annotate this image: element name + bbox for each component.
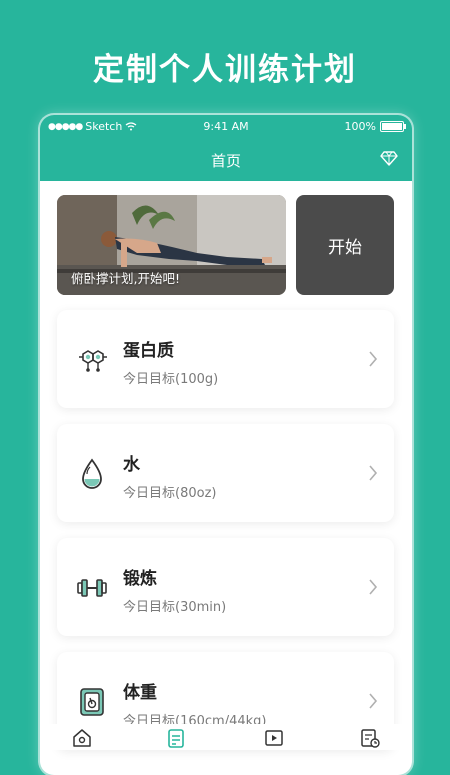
status-bar: ●●●●● Sketch 9:41 AM 100% — [40, 115, 412, 137]
page-title: 首页 — [210, 152, 241, 170]
card-title: 体重 — [123, 683, 157, 703]
chevron-right-icon — [369, 465, 378, 481]
banner-caption: 俯卧撑计划,开始吧! — [71, 271, 180, 286]
nav-bar: 首页 — [40, 137, 412, 181]
chevron-right-icon — [369, 693, 378, 709]
phone-screen: ●●●●● Sketch 9:41 AM 100% 首页 俯卧撑计划,开始吧! … — [40, 115, 412, 775]
molecule-icon — [79, 350, 107, 372]
plan-banner[interactable]: 俯卧撑计划,开始吧! — [57, 195, 286, 295]
goal-card-exercise[interactable]: 锻炼 今日目标(30min) — [57, 538, 394, 636]
start-button[interactable]: 开始 — [296, 195, 394, 295]
card-subtitle: 今日目标(30min) — [123, 600, 227, 615]
battery-label: 100% — [344, 120, 376, 133]
water-drop-icon — [82, 458, 102, 489]
goal-card-water[interactable]: 水 今日目标(80oz) — [57, 424, 394, 522]
video-icon[interactable] — [264, 728, 284, 748]
scale-icon — [80, 688, 104, 716]
card-title: 蛋白质 — [123, 341, 174, 361]
checklist-icon[interactable] — [166, 728, 186, 748]
card-title: 水 — [123, 455, 140, 475]
history-icon[interactable] — [360, 728, 380, 748]
headline: 定制个人训练计划 — [93, 52, 357, 88]
card-subtitle: 今日目标(100g) — [123, 372, 219, 387]
diamond-icon[interactable] — [380, 149, 398, 167]
goal-card-protein[interactable]: 蛋白质 今日目标(100g) — [57, 310, 394, 408]
dumbbell-icon — [77, 579, 107, 597]
card-subtitle: 今日目标(80oz) — [123, 486, 217, 501]
home-icon[interactable] — [72, 728, 92, 748]
battery-icon — [380, 121, 406, 132]
tab-bar — [40, 724, 412, 750]
status-battery: 100% — [344, 120, 406, 133]
chevron-right-icon — [369, 351, 378, 367]
chevron-right-icon — [369, 579, 378, 595]
card-title: 锻炼 — [123, 569, 157, 589]
